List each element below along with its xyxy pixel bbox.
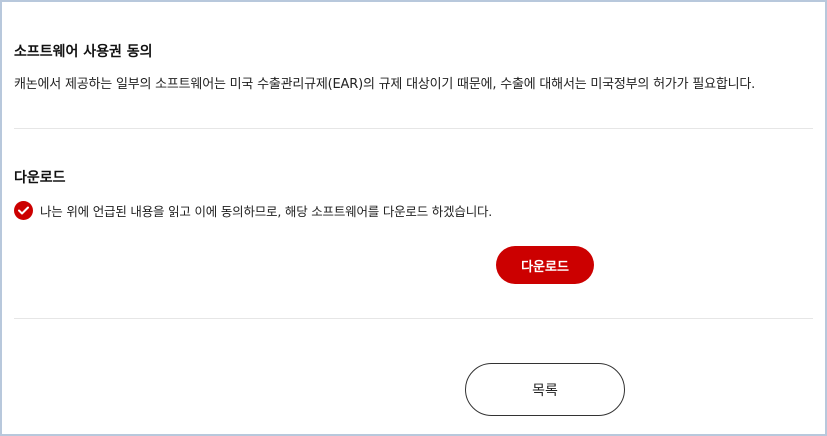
agree-checkbox[interactable]: 나는 위에 언급된 내용을 읽고 이에 동의하므로, 해당 소프트웨어를 다운로… bbox=[14, 201, 492, 220]
list-button[interactable]: 목록 bbox=[465, 363, 625, 416]
download-section-title: 다운로드 bbox=[14, 170, 66, 186]
license-agreement-text: 캐논에서 제공하는 일부의 소프트웨어는 미국 수출관리규제(EAR)의 규제 … bbox=[14, 77, 756, 92]
page-frame: 소프트웨어 사용권 동의 캐논에서 제공하는 일부의 소프트웨어는 미국 수출관… bbox=[0, 0, 827, 436]
section-divider bbox=[14, 318, 813, 319]
license-agreement-title: 소프트웨어 사용권 동의 bbox=[14, 44, 153, 60]
content-area: 소프트웨어 사용권 동의 캐논에서 제공하는 일부의 소프트웨어는 미국 수출관… bbox=[14, 2, 813, 434]
agree-checkbox-label: 나는 위에 언급된 내용을 읽고 이에 동의하므로, 해당 소프트웨어를 다운로… bbox=[40, 204, 493, 219]
section-divider bbox=[14, 128, 813, 129]
download-button[interactable]: 다운로드 bbox=[496, 246, 594, 284]
check-circle-icon bbox=[14, 201, 33, 220]
